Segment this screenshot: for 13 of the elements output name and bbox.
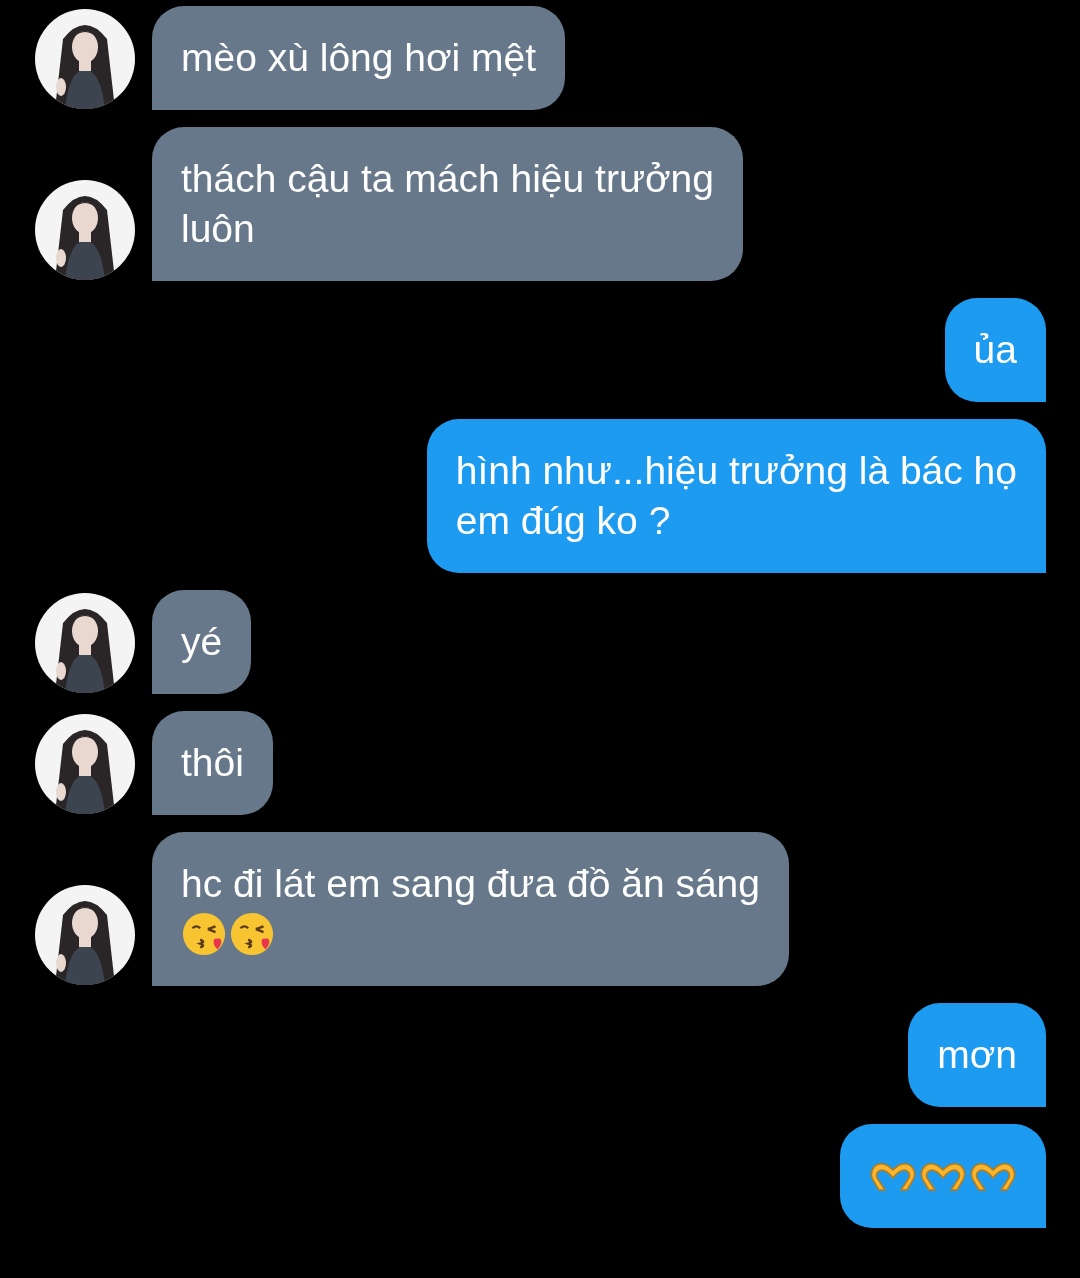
message-text: yé bbox=[181, 619, 223, 665]
message-text: hc đi lát em sang đưa đồ ăn sáng bbox=[181, 861, 760, 907]
message-text: mơn bbox=[937, 1032, 1017, 1078]
heart-hands-icon bbox=[919, 1160, 967, 1192]
message-text: hình như...hiệu trưởng là bác họ em đúg ko ? bbox=[455, 448, 1017, 544]
message-text: mèo xù lông hơi mệt bbox=[181, 35, 537, 81]
heart-hands-icon bbox=[869, 1160, 917, 1192]
kiss-emoji-icon bbox=[229, 911, 275, 957]
heart-hands-icon bbox=[969, 1160, 1017, 1192]
message-text: thôi bbox=[181, 740, 244, 786]
message-text: ủa bbox=[973, 327, 1017, 373]
message-text: thách cậu ta mách hiệu trưởng luôn bbox=[181, 156, 714, 252]
kiss-emoji-icon bbox=[181, 911, 227, 957]
